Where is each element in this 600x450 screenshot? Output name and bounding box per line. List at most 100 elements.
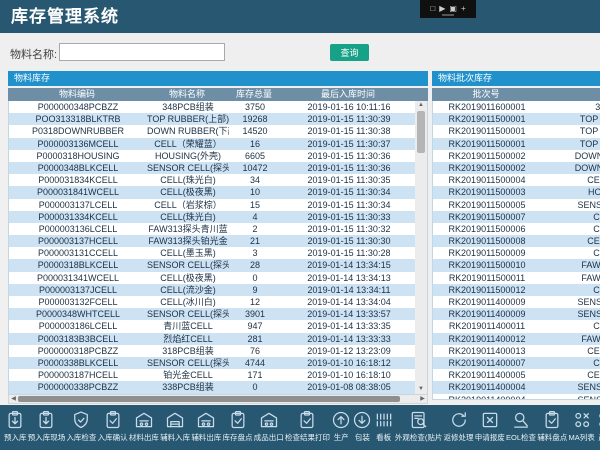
table-row[interactable]: RK2019011400005CELL（岩浆棕） — [433, 369, 600, 381]
cell: CELL(冰川白) — [541, 357, 600, 369]
toolbar-item-11[interactable]: 生产 — [331, 410, 351, 443]
table-row[interactable]: P000003137LCELLCELL（岩浆棕）152019-01-15 11:… — [9, 199, 417, 211]
table-row[interactable]: POO313318BLKTRBTOP RUBBER(上部)192682019-0… — [9, 113, 417, 125]
cell: CELL(流沙金) — [147, 284, 229, 296]
table-row[interactable]: P0000318BLKCELLSENSOR CELL(探头)282019-01-… — [9, 259, 417, 271]
toolbar-item-2[interactable]: 预入库现场 — [28, 410, 66, 443]
table-row[interactable]: RK2019011500001TOP RUBBER(上部) — [433, 113, 600, 125]
toolbar-item-label: EOL检查 — [506, 432, 536, 443]
table-row[interactable]: P000003137HCELLFAW313探头铂光金212019-01-15 1… — [9, 235, 417, 247]
left-horizontal-scrollbar[interactable]: ◀ ▶ — [8, 395, 428, 404]
cell: RK2019011400004 — [433, 381, 541, 393]
material-name-input[interactable] — [59, 43, 225, 61]
table-row[interactable]: P000031841WCELLCELL(极夜黑)102019-01-15 11:… — [9, 186, 417, 198]
table-row[interactable]: RK2019011400012FAW313探头铂光金 — [433, 333, 600, 345]
cell: SENSOR CELL(探头) — [541, 308, 600, 320]
table-row[interactable]: RK2019011400011CELL(流沙金) — [433, 320, 600, 332]
table-row[interactable]: P000031341WCELLCELL(极夜黑)02019-01-14 13:3… — [9, 272, 417, 284]
scroll-down-icon[interactable]: ▼ — [415, 385, 427, 394]
app-header: 库存管理系统 — [0, 0, 600, 33]
toolbar-item-4[interactable]: 入库确认 — [98, 410, 128, 443]
table-row[interactable]: RK2019011400009SENSOR CELL(探头) — [433, 296, 600, 308]
table-row[interactable]: RK2019011400007CELL(冰川白) — [433, 357, 600, 369]
toolbar-item-5[interactable]: 材料出库 — [129, 410, 159, 443]
cell: 2019-01-15 11:30:30 — [281, 235, 417, 247]
toolbar-item-19[interactable]: MA列表 — [568, 410, 594, 443]
left-vertical-scrollbar[interactable]: ▲ ▼ — [415, 101, 427, 394]
table-row[interactable]: P000003136MCELLCELL（荣耀蓝）162019-01-15 11:… — [9, 138, 417, 150]
table-row[interactable]: RK2019011500001TOP RUBBER(上部) — [433, 125, 600, 137]
table-row[interactable]: RK2019011500007CELL(珠光白) — [433, 211, 600, 223]
table-row[interactable]: RK2019011500008CELL（岩浆棕） — [433, 235, 600, 247]
cell: CELL(珠光白) — [541, 247, 600, 259]
toolbar-item-13[interactable]: 看板 — [374, 410, 394, 443]
table-row[interactable]: RK2019011500010FAW313探头青川蓝 — [433, 259, 600, 271]
table-row[interactable]: RK2019011600001348PCB组装 — [433, 101, 600, 113]
table-row[interactable]: RK2019011500002DOWN RUBBER(下部) — [433, 150, 600, 162]
table-row[interactable]: RK2019011400013CELL（荣耀蓝） — [433, 345, 600, 357]
toolbar-item-6[interactable]: 辅料入库 — [160, 410, 190, 443]
table-row[interactable]: P000003186LCELL青川蓝CELL9472019-01-14 13:3… — [9, 320, 417, 332]
clipboard-check-icon — [297, 410, 317, 430]
toolbar-item-9[interactable]: 成品出口 — [254, 410, 284, 443]
toolbar-item-14[interactable]: 外观检查(贴片 — [395, 410, 443, 443]
capture-icon-1[interactable]: □ — [430, 5, 435, 13]
scroll-right-icon[interactable]: ▶ — [418, 395, 427, 404]
toolbar-item-16[interactable]: 申请报废 — [475, 410, 505, 443]
capture-icon-4[interactable]: + — [461, 5, 466, 13]
scroll-thumb[interactable] — [18, 396, 400, 402]
panel-title: 物料库存 — [8, 71, 428, 86]
capture-icon-2[interactable]: ▶ — [439, 5, 445, 13]
toolbar-item-7[interactable]: 辅料出库 — [191, 410, 221, 443]
toolbar-item-20[interactable]: 产品 — [596, 410, 600, 443]
toolbar-item-1[interactable]: 预入库 — [4, 410, 27, 443]
scroll-left-icon[interactable]: ◀ — [9, 395, 18, 404]
table-row[interactable]: P0003183B3BCELL烈焰红CELL2812019-01-14 13:3… — [9, 333, 417, 345]
table-row[interactable]: P000031834KCELLCELL(珠光白)342019-01-15 11:… — [9, 174, 417, 186]
toolbar-item-label: 看板 — [376, 432, 391, 443]
table-row[interactable]: P000003132FCELLCELL(冰川白)122019-01-14 13:… — [9, 296, 417, 308]
cell: 2019-01-15 11:30:33 — [281, 211, 417, 223]
table-row[interactable]: RK2019011400004SENSOR CELL(探头) — [433, 381, 600, 393]
table-row[interactable]: P0000348WHTCELLSENSOR CELL(探头)39012019-0… — [9, 308, 417, 320]
table-row[interactable]: P000031334KCELLCELL(珠光白)42019-01-15 11:3… — [9, 211, 417, 223]
table-row[interactable]: P000003131CCELLCELL(墨玉黑)32019-01-15 11:3… — [9, 247, 417, 259]
table-row[interactable]: RK2019011400004SENSOR CELL(探头) — [433, 394, 600, 400]
table-row[interactable]: RK2019011500006CELL(极夜黑) — [433, 223, 600, 235]
table-row[interactable]: P0000348BLKCELLSENSOR CELL(探头)104722019-… — [9, 162, 417, 174]
table-row[interactable]: RK2019011400009SENSOR CELL(探头) — [433, 308, 600, 320]
capture-icon-3[interactable]: ▣ — [449, 5, 457, 13]
capture-toolbar[interactable]: □ ▶ ▣ + — [420, 0, 476, 18]
table-row[interactable]: RK2019011500009CELL(珠光白) — [433, 247, 600, 259]
scroll-thumb[interactable] — [417, 111, 425, 153]
table-row[interactable]: P000000348PCBZZ348PCB组装37502019-01-16 10… — [9, 101, 417, 113]
table-row[interactable]: RK2019011500012CELL(墨玉黑) — [433, 284, 600, 296]
table-row[interactable]: RK2019011500002DOWN RUBBER(下部) — [433, 162, 600, 174]
toolbar-item-18[interactable]: 辅料盘点 — [537, 410, 567, 443]
cell: 2019-01-14 13:33:57 — [281, 308, 417, 320]
toolbar-item-8[interactable]: 库存盘点 — [223, 410, 253, 443]
toolbar-item-10[interactable]: 检查结果打印 — [285, 410, 330, 443]
toolbar-item-3[interactable]: 入库检查 — [66, 410, 96, 443]
scroll-up-icon[interactable]: ▲ — [415, 101, 427, 110]
table-row[interactable]: RK2019011500004CELL（荣耀蓝） — [433, 174, 600, 186]
table-row[interactable]: RK2019011500005SENSOR CELL(探头) — [433, 199, 600, 211]
query-button[interactable]: 查询 — [330, 44, 369, 61]
table-row[interactable]: P000000318PCBZZ318PCB组装762019-01-12 13:2… — [9, 345, 417, 357]
table-row[interactable]: P000003137JCELLCELL(流沙金)92019-01-14 13:3… — [9, 284, 417, 296]
toolbar-item-17[interactable]: EOL检查 — [506, 410, 536, 443]
table-row[interactable]: P000003187HCELL铂光金CELL1712019-01-10 16:1… — [9, 369, 417, 381]
table-row[interactable]: P0000318HOUSINGHOUSING(外壳)66052019-01-15… — [9, 150, 417, 162]
table-row[interactable]: RK2019011500011FAW313探头铂光金 — [433, 272, 600, 284]
table-row[interactable]: RK2019011500001TOP RUBBER(上部) — [433, 138, 600, 150]
table-row[interactable]: P0000338BLKCELLSENSOR CELL(探头)47442019-0… — [9, 357, 417, 369]
toolbar-item-12[interactable]: 包装 — [352, 410, 372, 443]
table-row[interactable]: P000000338PCBZZ338PCB组装02019-01-08 08:38… — [9, 381, 417, 393]
cell: P000003132FCELL — [9, 296, 147, 308]
toolbar-item-15[interactable]: 返修处理 — [444, 410, 474, 443]
cell: RK2019011500011 — [433, 272, 541, 284]
table-row[interactable]: RK2019011500003HOUSING(外壳) — [433, 186, 600, 198]
search-bar: 物料名称: 查询 — [0, 33, 600, 71]
table-row[interactable]: P000003136LCELLFAW313探头青川蓝22019-01-15 11… — [9, 223, 417, 235]
table-row[interactable]: P0318DOWNRUBBERDOWN RUBBER(下部)145202019-… — [9, 125, 417, 137]
